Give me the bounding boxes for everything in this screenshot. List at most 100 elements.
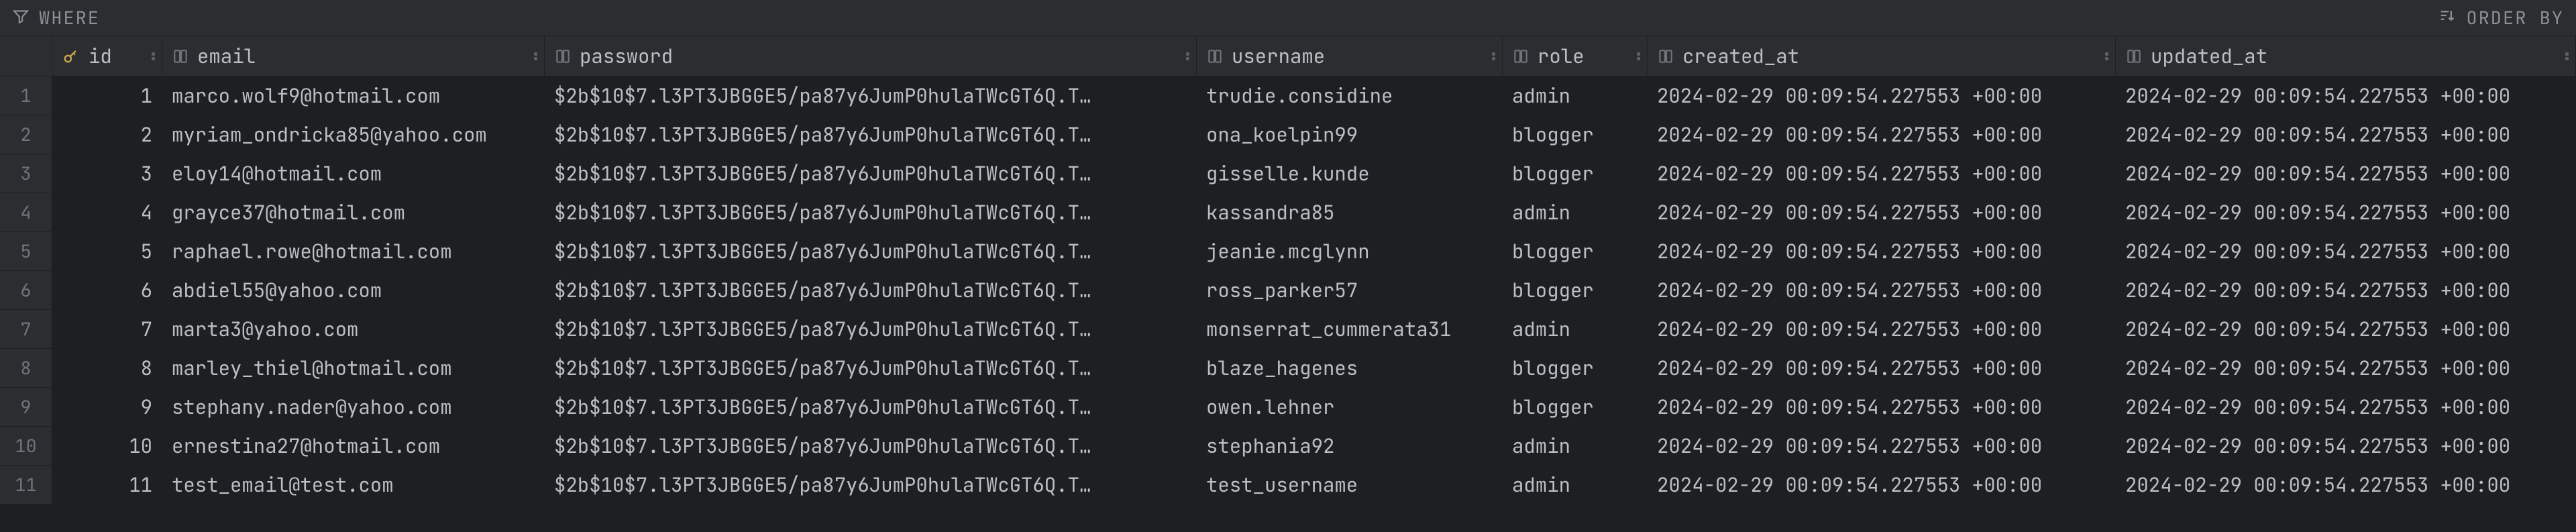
column-header-role[interactable]: role xyxy=(1503,36,1648,76)
cell-password[interactable]: $2b$10$7.l3PT3JBGGE5/pa87y6JumP0hulaTWcG… xyxy=(545,232,1197,270)
cell-updated-at[interactable]: 2024-02-29 00:09:54.227553 +00:00 xyxy=(2116,427,2576,465)
column-header-email[interactable]: email xyxy=(162,36,545,76)
cell-updated-at[interactable]: 2024-02-29 00:09:54.227553 +00:00 xyxy=(2116,232,2576,270)
cell-id[interactable]: 11 xyxy=(52,466,162,504)
cell-updated-at[interactable]: 2024-02-29 00:09:54.227553 +00:00 xyxy=(2116,154,2576,193)
cell-id[interactable]: 10 xyxy=(52,427,162,465)
cell-password[interactable]: $2b$10$7.l3PT3JBGGE5/pa87y6JumP0hulaTWcG… xyxy=(545,466,1197,504)
cell-role[interactable]: blogger xyxy=(1503,115,1648,154)
row-number[interactable]: 4 xyxy=(0,193,52,231)
sort-icon[interactable] xyxy=(2438,5,2457,31)
cell-email[interactable]: raphael.rowe@hotmail.com xyxy=(162,232,545,270)
cell-username[interactable]: gisselle.kunde xyxy=(1197,154,1503,193)
cell-id[interactable]: 3 xyxy=(52,154,162,193)
cell-id[interactable]: 1 xyxy=(52,76,162,115)
sort-handle-icon[interactable] xyxy=(2105,52,2108,60)
cell-created-at[interactable]: 2024-02-29 00:09:54.227553 +00:00 xyxy=(1648,115,2116,154)
table-row[interactable]: 5 5 raphael.rowe@hotmail.com $2b$10$7.l3… xyxy=(0,232,2576,271)
cell-username[interactable]: ona_koelpin99 xyxy=(1197,115,1503,154)
column-header-updated-at[interactable]: updated_at xyxy=(2116,36,2576,76)
cell-role[interactable]: blogger xyxy=(1503,349,1648,387)
cell-updated-at[interactable]: 2024-02-29 00:09:54.227553 +00:00 xyxy=(2116,271,2576,309)
cell-email[interactable]: grayce37@hotmail.com xyxy=(162,193,545,231)
row-number[interactable]: 8 xyxy=(0,349,52,387)
cell-email[interactable]: abdiel55@yahoo.com xyxy=(162,271,545,309)
cell-id[interactable]: 8 xyxy=(52,349,162,387)
cell-id[interactable]: 6 xyxy=(52,271,162,309)
cell-role[interactable]: admin xyxy=(1503,427,1648,465)
table-row[interactable]: 10 10 ernestina27@hotmail.com $2b$10$7.l… xyxy=(0,427,2576,466)
column-header-id[interactable]: id xyxy=(52,36,162,76)
cell-id[interactable]: 9 xyxy=(52,388,162,426)
row-number[interactable]: 5 xyxy=(0,232,52,270)
cell-password[interactable]: $2b$10$7.l3PT3JBGGE5/pa87y6JumP0hulaTWcG… xyxy=(545,76,1197,115)
cell-email[interactable]: test_email@test.com xyxy=(162,466,545,504)
sort-handle-icon[interactable] xyxy=(152,52,155,60)
cell-updated-at[interactable]: 2024-02-29 00:09:54.227553 +00:00 xyxy=(2116,76,2576,115)
cell-updated-at[interactable]: 2024-02-29 00:09:54.227553 +00:00 xyxy=(2116,349,2576,387)
cell-id[interactable]: 2 xyxy=(52,115,162,154)
row-number[interactable]: 3 xyxy=(0,154,52,193)
cell-role[interactable]: blogger xyxy=(1503,271,1648,309)
where-label[interactable]: WHERE xyxy=(39,6,100,30)
table-row[interactable]: 2 2 myriam_ondricka85@yahoo.com $2b$10$7… xyxy=(0,115,2576,154)
cell-email[interactable]: marley_thiel@hotmail.com xyxy=(162,349,545,387)
cell-created-at[interactable]: 2024-02-29 00:09:54.227553 +00:00 xyxy=(1648,154,2116,193)
sort-handle-icon[interactable] xyxy=(2565,52,2569,60)
table-row[interactable]: 7 7 marta3@yahoo.com $2b$10$7.l3PT3JBGGE… xyxy=(0,310,2576,349)
cell-password[interactable]: $2b$10$7.l3PT3JBGGE5/pa87y6JumP0hulaTWcG… xyxy=(545,427,1197,465)
sort-handle-icon[interactable] xyxy=(534,52,537,60)
cell-password[interactable]: $2b$10$7.l3PT3JBGGE5/pa87y6JumP0hulaTWcG… xyxy=(545,349,1197,387)
cell-email[interactable]: ernestina27@hotmail.com xyxy=(162,427,545,465)
cell-password[interactable]: $2b$10$7.l3PT3JBGGE5/pa87y6JumP0hulaTWcG… xyxy=(545,271,1197,309)
cell-username[interactable]: jeanie.mcglynn xyxy=(1197,232,1503,270)
cell-email[interactable]: myriam_ondricka85@yahoo.com xyxy=(162,115,545,154)
cell-password[interactable]: $2b$10$7.l3PT3JBGGE5/pa87y6JumP0hulaTWcG… xyxy=(545,193,1197,231)
cell-created-at[interactable]: 2024-02-29 00:09:54.227553 +00:00 xyxy=(1648,466,2116,504)
cell-role[interactable]: admin xyxy=(1503,310,1648,348)
filter-icon[interactable] xyxy=(12,5,30,31)
cell-password[interactable]: $2b$10$7.l3PT3JBGGE5/pa87y6JumP0hulaTWcG… xyxy=(545,154,1197,193)
row-number[interactable]: 7 xyxy=(0,310,52,348)
table-row[interactable]: 4 4 grayce37@hotmail.com $2b$10$7.l3PT3J… xyxy=(0,193,2576,232)
cell-username[interactable]: trudie.considine xyxy=(1197,76,1503,115)
orderby-label[interactable]: ORDER BY xyxy=(2466,6,2564,30)
row-number[interactable]: 10 xyxy=(0,427,52,465)
cell-created-at[interactable]: 2024-02-29 00:09:54.227553 +00:00 xyxy=(1648,232,2116,270)
table-row[interactable]: 11 11 test_email@test.com $2b$10$7.l3PT3… xyxy=(0,466,2576,504)
cell-role[interactable]: admin xyxy=(1503,193,1648,231)
cell-created-at[interactable]: 2024-02-29 00:09:54.227553 +00:00 xyxy=(1648,388,2116,426)
table-row[interactable]: 1 1 marco.wolf9@hotmail.com $2b$10$7.l3P… xyxy=(0,76,2576,115)
cell-email[interactable]: marta3@yahoo.com xyxy=(162,310,545,348)
cell-created-at[interactable]: 2024-02-29 00:09:54.227553 +00:00 xyxy=(1648,349,2116,387)
cell-role[interactable]: admin xyxy=(1503,76,1648,115)
cell-password[interactable]: $2b$10$7.l3PT3JBGGE5/pa87y6JumP0hulaTWcG… xyxy=(545,310,1197,348)
cell-username[interactable]: monserrat_cummerata31 xyxy=(1197,310,1503,348)
cell-username[interactable]: owen.lehner xyxy=(1197,388,1503,426)
row-number[interactable]: 2 xyxy=(0,115,52,154)
table-row[interactable]: 9 9 stephany.nader@yahoo.com $2b$10$7.l3… xyxy=(0,388,2576,427)
cell-created-at[interactable]: 2024-02-29 00:09:54.227553 +00:00 xyxy=(1648,193,2116,231)
table-row[interactable]: 6 6 abdiel55@yahoo.com $2b$10$7.l3PT3JBG… xyxy=(0,271,2576,310)
column-header-username[interactable]: username xyxy=(1197,36,1503,76)
sort-handle-icon[interactable] xyxy=(1637,52,1640,60)
cell-password[interactable]: $2b$10$7.l3PT3JBGGE5/pa87y6JumP0hulaTWcG… xyxy=(545,388,1197,426)
row-number[interactable]: 11 xyxy=(0,466,52,504)
cell-id[interactable]: 5 xyxy=(52,232,162,270)
cell-updated-at[interactable]: 2024-02-29 00:09:54.227553 +00:00 xyxy=(2116,193,2576,231)
cell-id[interactable]: 4 xyxy=(52,193,162,231)
cell-role[interactable]: blogger xyxy=(1503,232,1648,270)
cell-created-at[interactable]: 2024-02-29 00:09:54.227553 +00:00 xyxy=(1648,310,2116,348)
cell-role[interactable]: admin xyxy=(1503,466,1648,504)
cell-username[interactable]: ross_parker57 xyxy=(1197,271,1503,309)
sort-handle-icon[interactable] xyxy=(1492,52,1495,60)
column-header-created-at[interactable]: created_at xyxy=(1648,36,2116,76)
cell-updated-at[interactable]: 2024-02-29 00:09:54.227553 +00:00 xyxy=(2116,466,2576,504)
cell-updated-at[interactable]: 2024-02-29 00:09:54.227553 +00:00 xyxy=(2116,388,2576,426)
cell-username[interactable]: blaze_hagenes xyxy=(1197,349,1503,387)
row-number[interactable]: 9 xyxy=(0,388,52,426)
cell-email[interactable]: eloy14@hotmail.com xyxy=(162,154,545,193)
cell-created-at[interactable]: 2024-02-29 00:09:54.227553 +00:00 xyxy=(1648,427,2116,465)
cell-email[interactable]: marco.wolf9@hotmail.com xyxy=(162,76,545,115)
cell-username[interactable]: test_username xyxy=(1197,466,1503,504)
